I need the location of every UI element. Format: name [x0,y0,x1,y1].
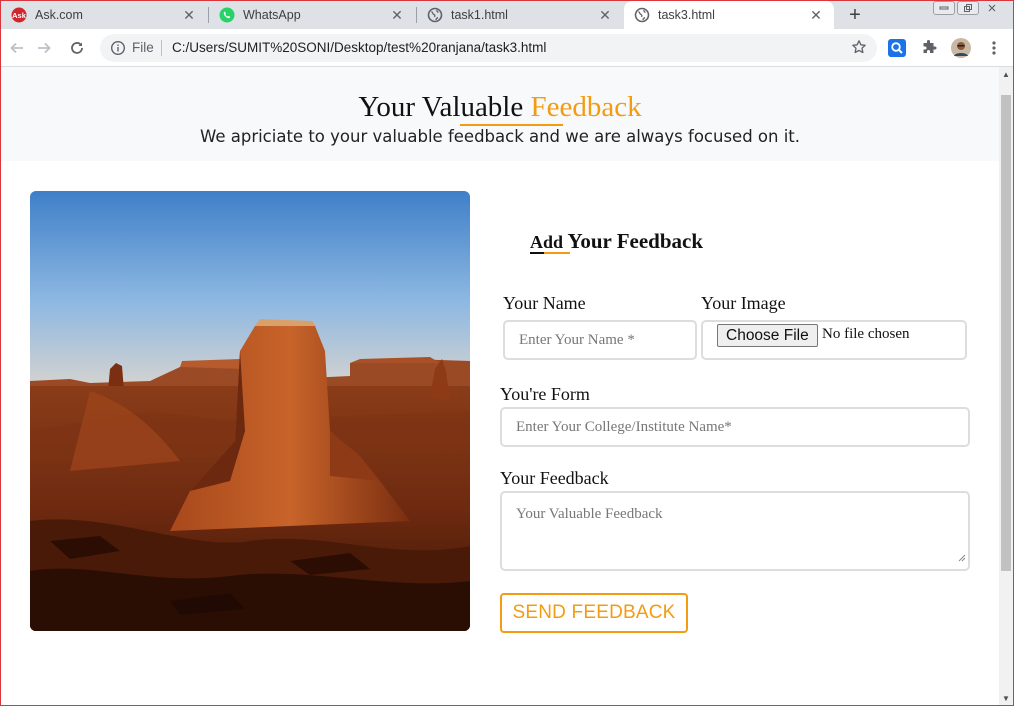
star-icon[interactable] [851,39,867,60]
form-title-add: Add [530,232,564,252]
desert-butte-photo [30,191,470,631]
college-placeholder: Enter Your College/Institute Name* [516,418,732,435]
tab-strip: Ask Ask.com ✕ WhatsApp ✕ task1.html ✕ ta… [1,1,1013,29]
name-label: Your Name [503,293,586,313]
tab-title: WhatsApp [243,8,301,22]
tab-ask[interactable]: Ask Ask.com ✕ [1,1,207,29]
minimize-icon[interactable] [933,1,955,15]
close-icon[interactable]: ✕ [181,7,197,23]
globe-icon [427,7,443,23]
tab-task1[interactable]: task1.html ✕ [417,1,623,29]
tab-task3[interactable]: task3.html ✕ [624,1,834,29]
avatar[interactable] [951,38,971,58]
forward-icon[interactable] [32,36,56,60]
scroll-thumb[interactable] [1001,95,1011,571]
tab-whatsapp[interactable]: WhatsApp ✕ [209,1,415,29]
feedback-placeholder: Your Valuable Feedback [516,506,663,522]
info-icon[interactable] [110,40,126,61]
resize-handle-icon[interactable] [958,550,966,567]
form-title-underline-accent [544,252,570,254]
form-title: Add Your Feedback [530,229,703,254]
menu-icon[interactable] [984,38,1004,58]
college-input[interactable]: Enter Your College/Institute Name* [500,407,970,447]
browser-toolbar: File C:/Users/SUMIT%20SONI/Desktop/test%… [1,29,1013,67]
feedback-textarea[interactable]: Your Valuable Feedback [500,491,970,571]
file-status: No file chosen [822,326,910,342]
globe-icon [634,7,650,23]
close-window-icon[interactable] [981,1,1003,15]
back-icon[interactable] [5,36,29,60]
image-file-input[interactable]: Choose File No file chosen [701,320,967,360]
form-title-underline [530,252,544,254]
title-main: Your Valuable [358,91,531,123]
url-text[interactable]: C:/Users/SUMIT%20SONI/Desktop/test%20ran… [172,40,546,55]
new-tab-button[interactable]: + [843,3,867,27]
form-label: You're Form [500,384,590,404]
puzzle-icon[interactable] [919,38,939,58]
scheme-label: File [132,40,154,55]
close-icon[interactable]: ✕ [597,7,613,23]
form-title-main: Your Feedback [563,229,704,253]
scroll-down-icon[interactable]: ▼ [1002,695,1010,703]
whatsapp-icon [219,7,235,23]
restore-icon[interactable] [957,1,979,15]
feedback-label: Your Feedback [500,468,609,488]
scroll-up-icon[interactable]: ▲ [1002,71,1010,79]
page-title: Your Valuable Feedback [1,91,999,124]
name-placeholder: Enter Your Name * [519,331,635,348]
reload-icon[interactable] [65,36,89,60]
address-bar[interactable]: File C:/Users/SUMIT%20SONI/Desktop/test%… [100,34,877,62]
divider [161,40,162,56]
name-input[interactable]: Enter Your Name * [503,320,697,360]
tab-title: task3.html [658,8,715,22]
title-accent: Feedback [530,91,642,123]
window-controls [933,1,1003,15]
image-label: Your Image [701,293,786,313]
hero-section: Your Valuable Feedback We apriciate to y… [1,67,999,161]
close-icon[interactable]: ✕ [389,7,405,23]
ask-icon: Ask [11,7,27,23]
send-feedback-button[interactable]: SEND FEEDBACK [500,593,688,633]
tab-title: task1.html [451,8,508,22]
choose-file-button[interactable]: Choose File [717,324,818,347]
search-extension-icon[interactable] [887,38,907,58]
svg-text:Ask: Ask [12,11,27,20]
title-underline [460,124,563,126]
page-viewport: Your Valuable Feedback We apriciate to y… [1,67,999,705]
close-icon[interactable]: ✕ [808,7,824,23]
scrollbar[interactable]: ▲ ▼ [999,67,1013,705]
tab-title: Ask.com [35,8,83,22]
page-subtitle: We apriciate to your valuable feedback a… [199,127,801,146]
